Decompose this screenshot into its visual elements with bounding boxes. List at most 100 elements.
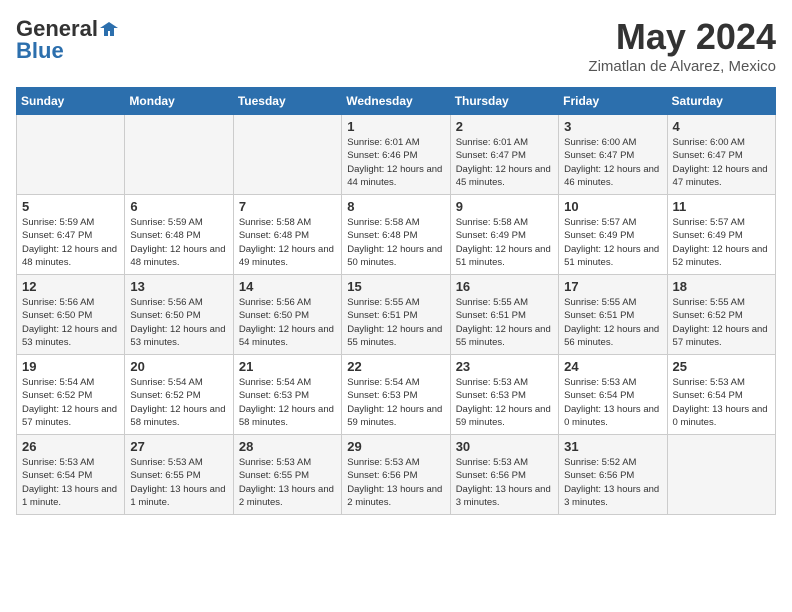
day-info: Sunrise: 5:53 AMSunset: 6:53 PMDaylight:… — [456, 376, 553, 429]
calendar-cell — [667, 435, 775, 515]
day-number: 26 — [22, 439, 119, 454]
day-number: 3 — [564, 119, 661, 134]
day-header-monday: Monday — [125, 88, 233, 115]
calendar-cell: 24 Sunrise: 5:53 AMSunset: 6:54 PMDayligh… — [559, 355, 667, 435]
day-info: Sunrise: 5:57 AMSunset: 6:49 PMDaylight:… — [564, 216, 661, 269]
calendar-cell: 7 Sunrise: 5:58 AMSunset: 6:48 PMDaylight… — [233, 195, 341, 275]
day-info: Sunrise: 5:58 AMSunset: 6:48 PMDaylight:… — [347, 216, 444, 269]
day-info: Sunrise: 5:58 AMSunset: 6:49 PMDaylight:… — [456, 216, 553, 269]
calendar-cell: 23 Sunrise: 5:53 AMSunset: 6:53 PMDayligh… — [450, 355, 558, 435]
day-number: 31 — [564, 439, 661, 454]
calendar-cell: 11 Sunrise: 5:57 AMSunset: 6:49 PMDayligh… — [667, 195, 775, 275]
day-number: 19 — [22, 359, 119, 374]
day-number: 18 — [673, 279, 770, 294]
day-info: Sunrise: 5:58 AMSunset: 6:48 PMDaylight:… — [239, 216, 336, 269]
day-number: 29 — [347, 439, 444, 454]
week-row-2: 5 Sunrise: 5:59 AMSunset: 6:47 PMDaylight… — [17, 195, 776, 275]
page-header: General Blue May 2024 Zimatlan de Alvare… — [16, 16, 776, 75]
calendar-cell: 1 Sunrise: 6:01 AMSunset: 6:46 PMDaylight… — [342, 115, 450, 195]
day-number: 12 — [22, 279, 119, 294]
title-section: May 2024 Zimatlan de Alvarez, Mexico — [588, 16, 776, 75]
calendar-table: SundayMondayTuesdayWednesdayThursdayFrid… — [16, 87, 776, 515]
day-info: Sunrise: 5:53 AMSunset: 6:54 PMDaylight:… — [564, 376, 661, 429]
calendar-cell: 22 Sunrise: 5:54 AMSunset: 6:53 PMDayligh… — [342, 355, 450, 435]
calendar-cell: 4 Sunrise: 6:00 AMSunset: 6:47 PMDaylight… — [667, 115, 775, 195]
day-info: Sunrise: 5:56 AMSunset: 6:50 PMDaylight:… — [130, 296, 227, 349]
day-info: Sunrise: 5:59 AMSunset: 6:48 PMDaylight:… — [130, 216, 227, 269]
calendar-cell: 25 Sunrise: 5:53 AMSunset: 6:54 PMDayligh… — [667, 355, 775, 435]
day-info: Sunrise: 5:52 AMSunset: 6:56 PMDaylight:… — [564, 456, 661, 509]
calendar-cell: 2Sunrise: 6:01 AMSunset: 6:47 PMDaylight… — [450, 115, 558, 195]
calendar-cell: 26Sunrise: 5:53 AMSunset: 6:54 PMDayligh… — [17, 435, 125, 515]
calendar-cell: 15Sunrise: 5:55 AMSunset: 6:51 PMDayligh… — [342, 275, 450, 355]
day-info: Sunrise: 6:00 AMSunset: 6:47 PMDaylight:… — [673, 136, 770, 189]
logo: General Blue — [16, 16, 118, 64]
day-info: Sunrise: 5:54 AMSunset: 6:53 PMDaylight:… — [239, 376, 336, 429]
header-row: SundayMondayTuesdayWednesdayThursdayFrid… — [17, 88, 776, 115]
calendar-cell: 16Sunrise: 5:55 AMSunset: 6:51 PMDayligh… — [450, 275, 558, 355]
calendar-cell: 6 Sunrise: 5:59 AMSunset: 6:48 PMDaylight… — [125, 195, 233, 275]
calendar-cell: 17Sunrise: 5:55 AMSunset: 6:51 PMDayligh… — [559, 275, 667, 355]
calendar-cell — [125, 115, 233, 195]
calendar-cell: 9 Sunrise: 5:58 AMSunset: 6:49 PMDaylight… — [450, 195, 558, 275]
day-number: 1 — [347, 119, 444, 134]
day-number: 13 — [130, 279, 227, 294]
day-header-friday: Friday — [559, 88, 667, 115]
day-number: 24 — [564, 359, 661, 374]
day-number: 15 — [347, 279, 444, 294]
day-number: 14 — [239, 279, 336, 294]
day-info: Sunrise: 6:01 AMSunset: 6:46 PMDaylight:… — [347, 136, 444, 189]
calendar-cell: 3 Sunrise: 6:00 AMSunset: 6:47 PMDaylight… — [559, 115, 667, 195]
day-number: 10 — [564, 199, 661, 214]
day-info: Sunrise: 5:54 AMSunset: 6:53 PMDaylight:… — [347, 376, 444, 429]
calendar-cell: 29Sunrise: 5:53 AMSunset: 6:56 PMDayligh… — [342, 435, 450, 515]
day-info: Sunrise: 5:56 AMSunset: 6:50 PMDaylight:… — [239, 296, 336, 349]
week-row-5: 26Sunrise: 5:53 AMSunset: 6:54 PMDayligh… — [17, 435, 776, 515]
day-number: 6 — [130, 199, 227, 214]
calendar-cell: 10 Sunrise: 5:57 AMSunset: 6:49 PMDayligh… — [559, 195, 667, 275]
day-info: Sunrise: 5:55 AMSunset: 6:52 PMDaylight:… — [673, 296, 770, 349]
day-info: Sunrise: 5:54 AMSunset: 6:52 PMDaylight:… — [22, 376, 119, 429]
day-info: Sunrise: 5:53 AMSunset: 6:56 PMDaylight:… — [456, 456, 553, 509]
calendar-cell: 28Sunrise: 5:53 AMSunset: 6:55 PMDayligh… — [233, 435, 341, 515]
day-number: 23 — [456, 359, 553, 374]
calendar-cell — [17, 115, 125, 195]
day-info: Sunrise: 5:53 AMSunset: 6:54 PMDaylight:… — [673, 376, 770, 429]
calendar-cell: 21Sunrise: 5:54 AMSunset: 6:53 PMDayligh… — [233, 355, 341, 435]
day-number: 16 — [456, 279, 553, 294]
logo-blue: Blue — [16, 38, 64, 64]
calendar-cell: 30 Sunrise: 5:53 AMSunset: 6:56 PMDayligh… — [450, 435, 558, 515]
calendar-cell: 27Sunrise: 5:53 AMSunset: 6:55 PMDayligh… — [125, 435, 233, 515]
calendar-cell: 14 Sunrise: 5:56 AMSunset: 6:50 PMDayligh… — [233, 275, 341, 355]
calendar-cell: 19 Sunrise: 5:54 AMSunset: 6:52 PMDayligh… — [17, 355, 125, 435]
day-info: Sunrise: 5:55 AMSunset: 6:51 PMDaylight:… — [564, 296, 661, 349]
day-number: 30 — [456, 439, 553, 454]
calendar-cell: 20 Sunrise: 5:54 AMSunset: 6:52 PMDayligh… — [125, 355, 233, 435]
day-info: Sunrise: 5:53 AMSunset: 6:55 PMDaylight:… — [239, 456, 336, 509]
day-number: 5 — [22, 199, 119, 214]
week-row-1: 1 Sunrise: 6:01 AMSunset: 6:46 PMDaylight… — [17, 115, 776, 195]
day-info: Sunrise: 5:59 AMSunset: 6:47 PMDaylight:… — [22, 216, 119, 269]
day-number: 9 — [456, 199, 553, 214]
day-number: 22 — [347, 359, 444, 374]
calendar-cell: 12 Sunrise: 5:56 AMSunset: 6:50 PMDayligh… — [17, 275, 125, 355]
calendar-cell: 8 Sunrise: 5:58 AMSunset: 6:48 PMDaylight… — [342, 195, 450, 275]
calendar-cell: 31 Sunrise: 5:52 AMSunset: 6:56 PMDayligh… — [559, 435, 667, 515]
location: Zimatlan de Alvarez, Mexico — [588, 58, 776, 75]
day-number: 8 — [347, 199, 444, 214]
day-info: Sunrise: 5:57 AMSunset: 6:49 PMDaylight:… — [673, 216, 770, 269]
day-number: 20 — [130, 359, 227, 374]
day-number: 7 — [239, 199, 336, 214]
day-info: Sunrise: 5:54 AMSunset: 6:52 PMDaylight:… — [130, 376, 227, 429]
calendar-cell: 5 Sunrise: 5:59 AMSunset: 6:47 PMDaylight… — [17, 195, 125, 275]
day-header-tuesday: Tuesday — [233, 88, 341, 115]
logo-bird-icon — [100, 20, 118, 38]
day-header-thursday: Thursday — [450, 88, 558, 115]
day-number: 11 — [673, 199, 770, 214]
day-info: Sunrise: 5:56 AMSunset: 6:50 PMDaylight:… — [22, 296, 119, 349]
day-header-wednesday: Wednesday — [342, 88, 450, 115]
day-number: 25 — [673, 359, 770, 374]
day-number: 4 — [673, 119, 770, 134]
day-info: Sunrise: 6:00 AMSunset: 6:47 PMDaylight:… — [564, 136, 661, 189]
day-info: Sunrise: 6:01 AMSunset: 6:47 PMDaylight:… — [456, 136, 553, 189]
